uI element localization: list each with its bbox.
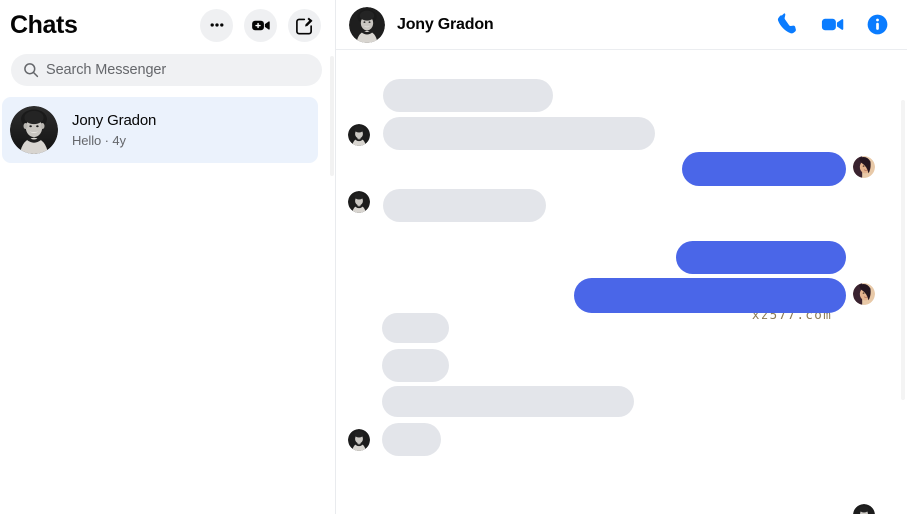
conversation-info-button[interactable]: [866, 13, 889, 36]
chat-list-item-snippet: Hello · 4y: [72, 132, 156, 150]
chat-list-item-meta: Jony Gradon Hello · 4y: [72, 111, 156, 150]
chat-list-item-name: Jony Gradon: [72, 111, 157, 129]
conversation-panel: Jony Gradon xz577.com: [336, 0, 907, 514]
conversation-actions: [776, 12, 889, 37]
voice-call-button[interactable]: [776, 13, 799, 36]
sidebar-header-actions: [200, 8, 321, 42]
chat-snippet-time: 4y: [112, 132, 126, 148]
ellipsis-icon: [210, 23, 223, 27]
video-camera-icon: [821, 18, 844, 31]
message-bubble-received[interactable]: [382, 386, 634, 417]
conversation-title: Jony Gradon: [397, 15, 494, 33]
conversation-header: Jony Gradon: [336, 0, 907, 50]
search-container: [0, 50, 335, 86]
compose-icon: [296, 17, 313, 35]
message-bubble-received[interactable]: [382, 423, 441, 456]
message-sender-avatar[interactable]: [853, 283, 875, 305]
new-video-room-button[interactable]: [244, 8, 277, 42]
message-sender-avatar[interactable]: [348, 124, 370, 146]
message-bubble-received[interactable]: [383, 117, 655, 150]
message-bubble-sent[interactable]: [676, 241, 846, 274]
chat-snippet-separator: ·: [101, 132, 113, 148]
message-bubble-sent[interactable]: [574, 278, 846, 313]
sidebar-scrollbar[interactable]: [329, 50, 335, 514]
video-plus-icon: [252, 20, 270, 30]
message-bubble-received[interactable]: [382, 313, 449, 343]
message-bubble-received[interactable]: [383, 79, 553, 112]
message-bubble-received[interactable]: [382, 349, 449, 382]
search-input[interactable]: [46, 62, 310, 78]
chat-list-item-jony-gradon[interactable]: Jony Gradon Hello · 4y: [2, 97, 318, 163]
sidebar-header: Chats: [0, 0, 335, 50]
video-call-button[interactable]: [820, 12, 845, 37]
avatar: [10, 106, 58, 154]
new-message-button[interactable]: [288, 8, 321, 42]
message-sender-avatar[interactable]: [348, 191, 370, 213]
chat-snippet-text: Hello: [72, 132, 102, 148]
sidebar-scrollbar-thumb[interactable]: [330, 56, 334, 176]
page-title: Chats: [10, 10, 78, 39]
info-icon: [867, 14, 888, 35]
search-box[interactable]: [11, 54, 322, 86]
messenger-app: Chats Search Messenger Jony Gradon Hello…: [0, 0, 907, 514]
thread-scrollbar[interactable]: [900, 100, 907, 514]
message-bubble-sent[interactable]: [682, 152, 846, 186]
message-sender-avatar[interactable]: [853, 156, 875, 178]
search-icon: [24, 63, 39, 78]
message-sender-avatar[interactable]: [348, 429, 370, 451]
thread-scrollbar-thumb[interactable]: [901, 100, 905, 400]
message-thread: 码农之家 xz577.com: [336, 50, 907, 514]
phone-icon: [777, 13, 796, 34]
sidebar: Chats Search Messenger Jony Gradon Hello…: [0, 0, 336, 514]
more-options-button[interactable]: [200, 8, 233, 42]
message-bubble-received[interactable]: [383, 189, 546, 222]
chat-list: Jony Gradon Hello · 4y: [0, 86, 335, 163]
avatar[interactable]: [349, 6, 385, 43]
